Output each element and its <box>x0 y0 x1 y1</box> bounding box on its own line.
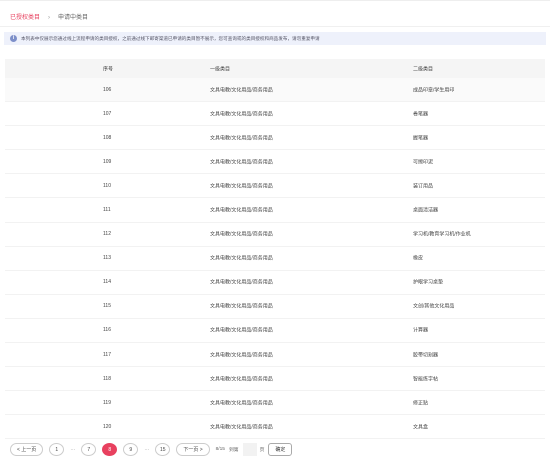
row-index: 109 <box>103 158 112 165</box>
row-level1-category: 文具电教/文化用品/商务用品 <box>210 87 273 94</box>
table-row: 119 文具电教/文化用品/商务用品 修正贴 <box>5 391 545 416</box>
row-index: 118 <box>103 375 111 382</box>
table-row: 111 文具电教/文化用品/商务用品 桌面清洁器 <box>5 198 545 223</box>
row-index: 113 <box>103 255 111 262</box>
table-row: 117 文具电教/文化用品/商务用品 胶带切割器 <box>5 343 545 368</box>
confirm-button[interactable]: 确定 <box>268 443 293 456</box>
row-level2-category: 胶带切割器 <box>413 352 439 359</box>
goto-label: 到第 <box>228 448 239 453</box>
row-level2-category: 握笔器 <box>413 135 429 142</box>
table-row: 106 文具电教/文化用品/商务用品 成品印章/学生用印 <box>5 78 545 103</box>
row-level1-category: 文具电教/文化用品/商务用品 <box>210 279 273 286</box>
row-level1-category: 文具电教/文化用品/商务用品 <box>210 183 273 190</box>
tab-applying[interactable]: 申请中类目 <box>58 11 88 25</box>
category-table: 序号 一级类目 二级类目 106 文具电教/文化用品/商务用品 成品印章/学生用印 1… <box>5 59 545 440</box>
row-index: 108 <box>103 134 112 141</box>
row-index: 112 <box>103 231 111 238</box>
notice-bar: i 本列表中仅展示您通过线上流程申请的类目授权，之前通过线下邮寄渠道已申请的类目… <box>4 32 546 45</box>
ellipsis-right: ··· <box>144 446 150 453</box>
page-button-8-current[interactable]: 8 <box>102 443 118 456</box>
row-level2-category: 修正贴 <box>413 400 429 407</box>
tab-authorized[interactable]: 已授权类目 <box>10 11 40 25</box>
ellipsis-left: ··· <box>70 446 76 453</box>
row-index: 117 <box>103 351 111 358</box>
category-tabs: 已授权类目 › 申请中类目 <box>10 11 88 25</box>
table-row: 120 文具电教/文化用品/商务用品 文具盒 <box>5 415 545 440</box>
row-level2-category: 文创/其他文化用品 <box>413 303 455 310</box>
row-index: 116 <box>103 327 111 334</box>
table-row: 109 文具电教/文化用品/商务用品 可擦印泥 <box>5 150 545 175</box>
page-button-9[interactable]: 9 <box>123 443 139 456</box>
next-page-button[interactable]: 下一页 > <box>176 443 210 456</box>
row-index: 119 <box>103 399 111 406</box>
row-index: 107 <box>103 110 112 117</box>
table-row: 116 文具电教/文化用品/商务用品 计算器 <box>5 319 545 344</box>
row-level1-category: 文具电教/文化用品/商务用品 <box>210 111 273 118</box>
tab-separator: › <box>48 15 51 21</box>
row-level2-category: 计算器 <box>413 327 429 334</box>
pagination: < 上一页 1 ··· 7 8 9 ··· 15 下一页 > 8/15 到第 页… <box>10 442 293 457</box>
table-row: 118 文具电教/文化用品/商务用品 智能练字帖 <box>5 367 545 392</box>
row-index: 114 <box>103 279 111 286</box>
prev-page-button[interactable]: < 上一页 <box>10 443 44 456</box>
row-index: 115 <box>103 303 111 310</box>
row-level1-category: 文具电教/文化用品/商务用品 <box>210 303 273 310</box>
row-level1-category: 文具电教/文化用品/商务用品 <box>210 255 273 262</box>
row-level2-category: 装订用品 <box>413 183 434 190</box>
notice-text: 本列表中仅展示您通过线上流程申请的类目授权，之前通过线下邮寄渠道已申请的类目暂不… <box>21 35 320 41</box>
row-index: 110 <box>103 182 111 189</box>
row-index: 120 <box>103 423 112 430</box>
row-level2-category: 护眼学习桌垫 <box>413 279 444 286</box>
row-level1-category: 文具电教/文化用品/商务用品 <box>210 352 273 359</box>
row-level1-category: 文具电教/文化用品/商务用品 <box>210 424 273 431</box>
row-level1-category: 文具电教/文化用品/商务用品 <box>210 327 273 334</box>
row-level1-category: 文具电教/文化用品/商务用品 <box>210 159 273 166</box>
row-level1-category: 文具电教/文化用品/商务用品 <box>210 376 273 383</box>
row-level1-category: 文具电教/文化用品/商务用品 <box>210 135 273 142</box>
goto-page-input[interactable] <box>242 443 257 456</box>
row-level2-category: 文具盒 <box>413 424 429 431</box>
table-row: 115 文具电教/文化用品/商务用品 文创/其他文化用品 <box>5 295 545 319</box>
header-index: 序号 <box>103 66 114 72</box>
info-icon: i <box>10 35 17 42</box>
table-row: 114 文具电教/文化用品/商务用品 护眼学习桌垫 <box>5 271 545 295</box>
page-button-7[interactable]: 7 <box>81 443 97 456</box>
row-level2-category: 可擦印泥 <box>413 159 434 166</box>
table-row: 110 文具电教/文化用品/商务用品 装订用品 <box>5 174 545 199</box>
row-index: 111 <box>103 207 111 214</box>
row-level2-category: 成品印章/学生用印 <box>413 87 455 94</box>
row-level1-category: 文具电教/文化用品/商务用品 <box>210 231 273 238</box>
row-level2-category: 桌面清洁器 <box>413 207 439 214</box>
tabs-divider <box>0 26 550 27</box>
header-level2: 二级类目 <box>413 66 434 72</box>
row-level2-category: 橡皮 <box>413 255 424 262</box>
table-row: 107 文具电教/文化用品/商务用品 卷笔器 <box>5 102 545 127</box>
table-row: 113 文具电教/文化用品/商务用品 橡皮 <box>5 247 545 271</box>
page-button-15[interactable]: 15 <box>155 443 171 456</box>
table-body: 106 文具电教/文化用品/商务用品 成品印章/学生用印 107 文具电教/文化用品/商… <box>5 78 545 440</box>
row-level1-category: 文具电教/文化用品/商务用品 <box>210 207 273 214</box>
row-level2-category: 学习机/教育学习机/作业机 <box>413 231 471 238</box>
page: 已授权类目 › 申请中类目 i 本列表中仅展示您通过线上流程申请的类目授权，之前… <box>0 0 550 461</box>
row-level2-category: 卷笔器 <box>413 111 429 118</box>
row-index: 106 <box>103 86 112 93</box>
page-unit-label: 页 <box>259 448 265 453</box>
table-row: 112 文具电教/文化用品/商务用品 学习机/教育学习机/作业机 <box>5 223 545 247</box>
top-divider <box>0 0 550 1</box>
page-info: 8/15 <box>215 447 225 452</box>
page-button-1[interactable]: 1 <box>49 443 65 456</box>
header-level1: 一级类目 <box>210 66 231 72</box>
table-row: 108 文具电教/文化用品/商务用品 握笔器 <box>5 126 545 151</box>
row-level2-category: 智能练字帖 <box>413 376 439 383</box>
table-header: 序号 一级类目 二级类目 <box>5 59 545 78</box>
row-level1-category: 文具电教/文化用品/商务用品 <box>210 400 273 407</box>
